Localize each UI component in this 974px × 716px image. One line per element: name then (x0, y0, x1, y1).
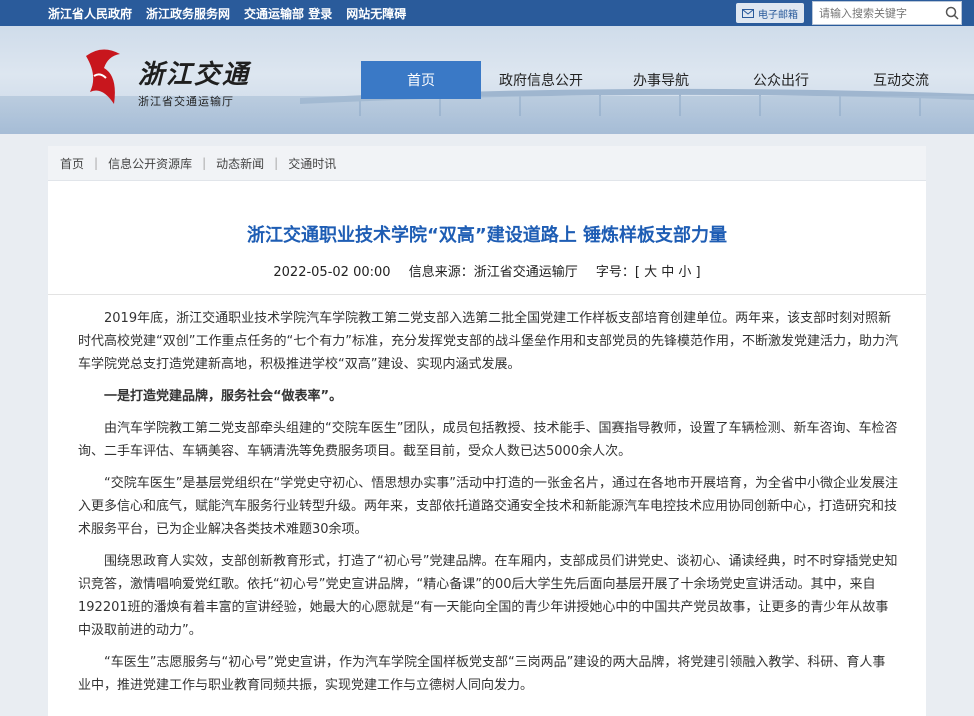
article-meta: 2022-05-02 00:00 信息来源：浙江省交通运输厅 字号：[ 大 中 … (48, 261, 926, 280)
top-bar-right: 电子邮箱 (736, 1, 974, 25)
section-heading: 一是打造党建品牌，服务社会“做表率”。 (104, 389, 343, 404)
font-size-medium[interactable]: 中 (661, 265, 674, 280)
top-bar: 浙江省人民政府 浙江政务服务网 交通运输部 登录 网站无障碍 电子邮箱 (0, 0, 974, 26)
search-box (812, 1, 962, 25)
paragraph: “车医生”志愿服务与“初心号”党史宣讲，作为汽车学院全国样板党支部“三岗两品”建… (78, 655, 886, 693)
font-size-large[interactable]: 大 (644, 265, 657, 280)
paragraph: “交院车医生”是基层党组织在“学党史守初心、悟思想办实事”活动中打造的一张金名片… (78, 476, 898, 537)
top-links: 浙江省人民政府 浙江政务服务网 交通运输部 登录 网站无障碍 (0, 5, 406, 22)
logo-text: 浙江交通 浙江省交通运输厅 (138, 54, 250, 109)
logo-emblem-icon (86, 49, 120, 104)
link-zwfw[interactable]: 浙江政务服务网 (146, 5, 230, 22)
nav-interaction[interactable]: 互动交流 (841, 61, 961, 99)
article-source: 信息来源：浙江省交通运输厅 (408, 265, 578, 280)
article-title: 浙江交通职业技术学院“双高”建设道路上 锤炼样板支部力量 (247, 225, 727, 246)
main-nav: 首页 政府信息公开 办事导航 公众出行 互动交流 (361, 61, 961, 99)
paragraph: 围绕思政育人实效，支部创新教育形式，打造了“初心号”党建品牌。在车厢内，支部成员… (78, 554, 898, 638)
paragraph: 由汽车学院教工第二党支部牵头组建的“交院车医生”团队，成员包括教授、技术能手、国… (78, 421, 898, 459)
article-date: 2022-05-02 00:00 (273, 265, 391, 280)
nav-gov-info[interactable]: 政府信息公开 (481, 61, 601, 99)
nav-service-guide[interactable]: 办事导航 (601, 61, 721, 99)
link-accessibility[interactable]: 网站无障碍 (346, 5, 406, 22)
font-size-end: ] (695, 265, 701, 280)
paragraph: 2019年底，浙江交通职业技术学院汽车学院教工第二党支部入选第二批全国党建工作样… (78, 311, 898, 372)
envelope-icon (742, 8, 754, 18)
nav-public-travel[interactable]: 公众出行 (721, 61, 841, 99)
font-size-label: 字号：[ (595, 265, 640, 280)
logo-main-title: 浙江交通 (138, 60, 251, 90)
breadcrumb-info-library[interactable]: 信息公开资源库 (108, 155, 192, 172)
breadcrumb-traffic-news[interactable]: 交通时讯 (288, 155, 336, 172)
logo-subtitle: 浙江省交通运输厅 (138, 95, 234, 108)
link-zhejiang-gov[interactable]: 浙江省人民政府 (48, 5, 132, 22)
search-icon[interactable] (943, 2, 961, 24)
article-container: 首页 | 信息公开资源库 | 动态新闻 | 交通时讯 浙江交通职业技术学院“双高… (48, 146, 926, 716)
nav-home[interactable]: 首页 (361, 61, 481, 99)
breadcrumb-home[interactable]: 首页 (60, 155, 84, 172)
mail-button[interactable]: 电子邮箱 (736, 3, 804, 23)
breadcrumb-news[interactable]: 动态新闻 (216, 155, 264, 172)
breadcrumb-separator: | (202, 156, 207, 170)
site-header: 浙江交通 浙江省交通运输厅 首页 政府信息公开 办事导航 公众出行 互动交流 (0, 26, 974, 134)
link-mot-login[interactable]: 交通运输部 登录 (244, 5, 332, 22)
article-body: 2019年底，浙江交通职业技术学院汽车学院教工第二党支部入选第二批全国党建工作样… (48, 295, 898, 697)
breadcrumb: 首页 | 信息公开资源库 | 动态新闻 | 交通时讯 (48, 146, 926, 181)
site-logo[interactable]: 浙江交通 浙江省交通运输厅 (80, 46, 250, 109)
search-input[interactable] (813, 6, 943, 20)
font-size-small[interactable]: 小 (678, 265, 691, 280)
breadcrumb-separator: | (274, 156, 279, 170)
breadcrumb-separator: | (94, 156, 99, 170)
mail-label: 电子邮箱 (758, 9, 798, 21)
